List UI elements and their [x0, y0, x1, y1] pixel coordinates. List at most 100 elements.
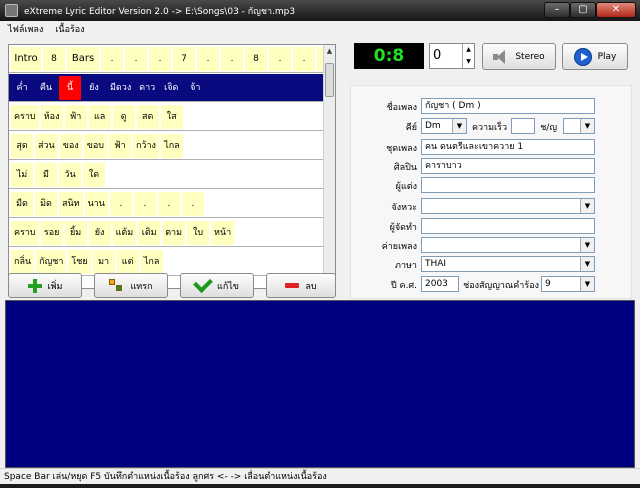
lyric-word[interactable]: Bars [67, 46, 99, 71]
lyric-word[interactable]: ใด [83, 162, 105, 187]
lyric-word[interactable]: แล [88, 104, 111, 129]
lyric-row[interactable]: สุด ส่วน ของ ขอบ ฟ้า กว้าง ไกล [9, 132, 325, 160]
lyric-word[interactable]: มิด [35, 191, 57, 216]
lyric-word[interactable]: ยัง [83, 75, 105, 100]
lyric-word[interactable]: ยัง [88, 220, 111, 245]
lyric-word[interactable]: . [125, 46, 147, 71]
lyric-word[interactable]: คราบ [11, 104, 39, 129]
lyric-word[interactable]: . [149, 46, 171, 71]
lyric-word[interactable]: ฟ้า [108, 133, 131, 158]
album-field[interactable]: คน ดนตรีและเขาควาย 1 [421, 139, 595, 155]
lyric-word[interactable]: มี [35, 162, 57, 187]
lyric-word[interactable]: สุด [11, 133, 33, 158]
lyric-row[interactable]: กลิ่น กัญชา โชย มา แต่ ไกล [9, 248, 325, 276]
lyric-row[interactable]: มืด มิด สนิท นาน.... [9, 190, 325, 218]
lyric-word[interactable]: ขอบ [83, 133, 107, 158]
composer-field[interactable] [421, 177, 595, 193]
lyric-word[interactable]: สด [136, 104, 159, 129]
lyric-word[interactable]: วัน [59, 162, 81, 187]
offset-spinner[interactable]: 0 ▲ ▼ [429, 43, 475, 69]
spin-up-arrow-icon[interactable]: ▲ [463, 44, 474, 56]
lyric-row[interactable]: ไม่ มี วัน ใด [9, 161, 325, 189]
language-select[interactable]: THAI ▼ [421, 256, 595, 272]
gender-select[interactable]: ▼ [563, 118, 595, 134]
year-field[interactable]: 2003 [421, 276, 459, 292]
lyric-word[interactable]: ใส [160, 104, 183, 129]
producer-field[interactable] [421, 218, 595, 234]
dropdown-arrow-icon[interactable]: ▼ [580, 199, 594, 213]
lyric-word[interactable]: ค่ำ [11, 75, 33, 100]
add-button[interactable]: เพิ่ม [8, 273, 82, 298]
lyric-signal-select[interactable]: 9 ▼ [541, 276, 595, 292]
lyric-word[interactable]: ไม่ [11, 162, 33, 187]
lyric-word[interactable]: นี้ [59, 75, 81, 100]
lyric-word[interactable]: ดาว [136, 75, 159, 100]
menu-lyrics[interactable]: เนื้อร้อง [55, 22, 84, 36]
lyric-row[interactable]: Intro8Bars...7..8... [9, 45, 335, 73]
delete-button[interactable]: ลบ [266, 273, 336, 298]
insert-button[interactable]: แทรก [94, 273, 168, 298]
stereo-button[interactable]: Stereo [482, 43, 556, 70]
lyric-row[interactable]: คราบ รอย ยิ้ม ยัง แต้ม เติม ตาม ใบ หน้า [9, 219, 325, 247]
lyric-word[interactable]: ยิ้ม [64, 220, 87, 245]
maximize-button[interactable]: ▢ [570, 2, 596, 18]
artist-field[interactable]: คาราบาว [421, 158, 595, 174]
lyric-word[interactable]: 7 [173, 46, 195, 71]
lyric-word[interactable]: เติม [138, 220, 161, 245]
lyric-word[interactable]: กลิ่น [11, 249, 35, 274]
lyric-word[interactable]: . [221, 46, 243, 71]
lyric-word[interactable]: ห้อง [40, 104, 63, 129]
lyric-word[interactable]: กว้าง [132, 133, 159, 158]
lyric-word[interactable]: โชย [68, 249, 91, 274]
lyric-word[interactable]: สนิท [59, 191, 83, 216]
lyric-word[interactable]: ใบ [187, 220, 210, 245]
lyric-word[interactable]: . [133, 191, 156, 216]
scroll-thumb[interactable] [325, 63, 334, 97]
lyric-word[interactable]: Intro [11, 46, 41, 71]
lyric-word[interactable]: รอย [40, 220, 63, 245]
menu-file[interactable]: ไฟล์เพลง [8, 22, 43, 36]
lyric-word[interactable]: จ้า [184, 75, 207, 100]
vertical-scrollbar[interactable]: ▲ ▼ [323, 45, 335, 288]
lyric-word[interactable]: . [293, 46, 315, 71]
lyric-word[interactable]: 8 [43, 46, 65, 71]
spin-down-arrow-icon[interactable]: ▼ [463, 56, 474, 68]
song-name-field[interactable]: กัญชา ( Dm ) [421, 98, 595, 114]
edit-button[interactable]: แก้ไข [180, 272, 254, 298]
dropdown-arrow-icon[interactable]: ▼ [580, 119, 594, 133]
lyric-word[interactable]: กัญชา [36, 249, 67, 274]
lyric-word[interactable]: ไกล [140, 249, 163, 274]
lyric-row[interactable]: ค่ำ คืน นี้ ยัง มีดวง ดาว เจิด จ้า [9, 74, 325, 102]
dropdown-arrow-icon[interactable]: ▼ [580, 257, 594, 271]
lyric-word[interactable]: . [181, 191, 204, 216]
lyric-word[interactable]: 8 [245, 46, 267, 71]
lyric-word[interactable]: ดู [112, 104, 135, 129]
lyric-word[interactable]: ฟ้า [64, 104, 87, 129]
lyric-word[interactable]: . [109, 191, 132, 216]
rhythm-select[interactable]: ▼ [421, 198, 595, 214]
lyric-word[interactable]: . [197, 46, 219, 71]
lyric-word[interactable]: . [157, 191, 180, 216]
lyric-word[interactable]: หน้า [211, 220, 235, 245]
dropdown-arrow-icon[interactable]: ▼ [580, 277, 594, 291]
lyric-word[interactable]: ไกล [160, 133, 183, 158]
lyric-word[interactable]: มืด [11, 191, 33, 216]
lyric-word[interactable]: เจิด [160, 75, 183, 100]
lyric-word[interactable]: แต่ [116, 249, 139, 274]
lyric-word[interactable]: ส่วน [35, 133, 58, 158]
lyric-word[interactable]: แต้ม [112, 220, 137, 245]
lyric-word[interactable]: มีดวง [107, 75, 135, 100]
lyric-word[interactable]: คืน [35, 75, 57, 100]
lyric-word[interactable]: มา [92, 249, 115, 274]
lyric-word[interactable]: . [269, 46, 291, 71]
lyric-word[interactable]: คราบ [11, 220, 39, 245]
scroll-up-arrow-icon[interactable]: ▲ [324, 45, 335, 57]
minimize-button[interactable]: – [544, 2, 570, 18]
record-label-select[interactable]: ▼ [421, 237, 595, 253]
lyric-word[interactable]: นาน [84, 191, 108, 216]
close-button[interactable]: ✕ [596, 2, 636, 18]
lyric-word[interactable]: ตาม [162, 220, 186, 245]
lyric-word[interactable]: ของ [59, 133, 82, 158]
lyric-word[interactable]: . [101, 46, 123, 71]
lyric-row[interactable]: คราบ ห้อง ฟ้า แล ดู สด ใส [9, 103, 325, 131]
